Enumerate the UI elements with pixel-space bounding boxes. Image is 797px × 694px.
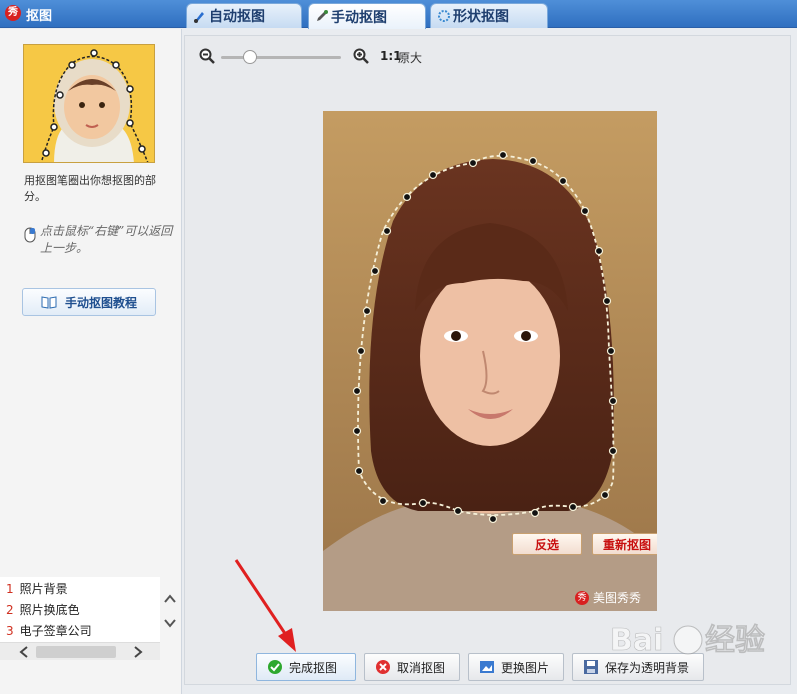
svg-text:Bai: Bai (610, 623, 663, 658)
meitu-logo-icon: 秀 (575, 590, 589, 605)
tab-label: 形状抠图 (453, 9, 509, 25)
cancel-cutout-button[interactable]: 取消抠图 (364, 653, 460, 681)
original-size-label[interactable]: 原大 (398, 49, 422, 66)
invert-selection-button[interactable]: 反选 (512, 533, 582, 555)
manual-cutout-tutorial-button[interactable]: 手动抠图教程 (22, 288, 156, 316)
cutout-photo[interactable]: 反选 重新抠图 秀 美图秀秀 (323, 111, 657, 611)
scroll-up-icon[interactable] (163, 592, 177, 606)
tutorial-label: 手动抠图教程 (64, 295, 137, 310)
scroll-right-icon[interactable] (132, 645, 144, 659)
change-image-button[interactable]: 更换图片 (468, 653, 564, 681)
ad-label: 照片换底色 (19, 603, 80, 617)
button-label: 更换图片 (501, 660, 550, 675)
instruction-text: 用抠图笔圈出你想抠图的部分。 (24, 174, 156, 203)
photo-watermark: 秀 美图秀秀 (575, 589, 641, 606)
baidu-watermark-icon: Bai 经验 (610, 623, 765, 659)
button-label: 取消抠图 (397, 660, 446, 675)
baby-example-image (24, 45, 154, 162)
zoom-out-icon[interactable] (199, 48, 215, 64)
zoom-slider-track[interactable] (221, 56, 341, 59)
tab-manual-cutout[interactable]: 手动抠图 (308, 3, 426, 29)
app-logo-icon: 秀 (5, 5, 21, 21)
watermark-text: 美图秀秀 (593, 591, 642, 605)
zoom-slider-handle[interactable] (243, 50, 257, 64)
ad-number: 3 (6, 624, 14, 638)
main-area: 1:1 原大 反选 重新抠图 秀 美图秀秀 完成抠图 取消抠图 更换图片 保存为… (184, 29, 797, 694)
title-bar: 秀 抠图 自动抠图 手动抠图 形状抠图 (0, 0, 797, 29)
save-icon (584, 660, 598, 674)
example-thumbnail (23, 44, 155, 163)
pen-icon (317, 10, 328, 21)
tab-shape-cutout[interactable]: 形状抠图 (430, 3, 548, 28)
ad-link[interactable]: 3 电子签章公司 (6, 621, 92, 641)
ad-number: 1 (6, 582, 14, 596)
svg-text:经验: 经验 (705, 623, 765, 658)
shape-icon (438, 10, 450, 22)
right-click-hint: 点击鼠标“右键”可以返回上一步。 (40, 224, 173, 255)
ad-label: 照片背景 (19, 582, 68, 596)
ad-link-list: 1 照片背景 2 照片换底色 3 电子签章公司 (0, 577, 160, 643)
scrollbar-thumb[interactable] (36, 646, 116, 658)
horizontal-scrollbar[interactable] (0, 642, 160, 660)
app-title: 抠图 (26, 9, 53, 24)
ad-label: 电子签章公司 (19, 624, 92, 638)
book-icon (41, 295, 57, 309)
finish-cutout-button[interactable]: 完成抠图 (256, 653, 356, 681)
ad-number: 2 (6, 603, 14, 617)
tab-label: 手动抠图 (331, 9, 387, 26)
redo-cutout-button[interactable]: 重新抠图 (592, 533, 657, 555)
brush-icon (194, 12, 204, 23)
check-icon (268, 660, 282, 674)
canvas-frame: 1:1 原大 反选 重新抠图 秀 美图秀秀 (184, 35, 791, 685)
button-label: 完成抠图 (289, 660, 338, 675)
zoom-in-icon[interactable] (353, 48, 369, 64)
scroll-down-icon[interactable] (163, 616, 177, 630)
ad-link[interactable]: 2 照片换底色 (6, 600, 80, 620)
mouse-icon (24, 227, 36, 243)
tab-label: 自动抠图 (209, 9, 265, 25)
cancel-icon (376, 660, 390, 674)
ad-link[interactable]: 1 照片背景 (6, 579, 68, 599)
tab-auto-cutout[interactable]: 自动抠图 (186, 3, 302, 28)
scroll-left-icon[interactable] (18, 645, 30, 659)
image-swap-icon (480, 661, 494, 673)
